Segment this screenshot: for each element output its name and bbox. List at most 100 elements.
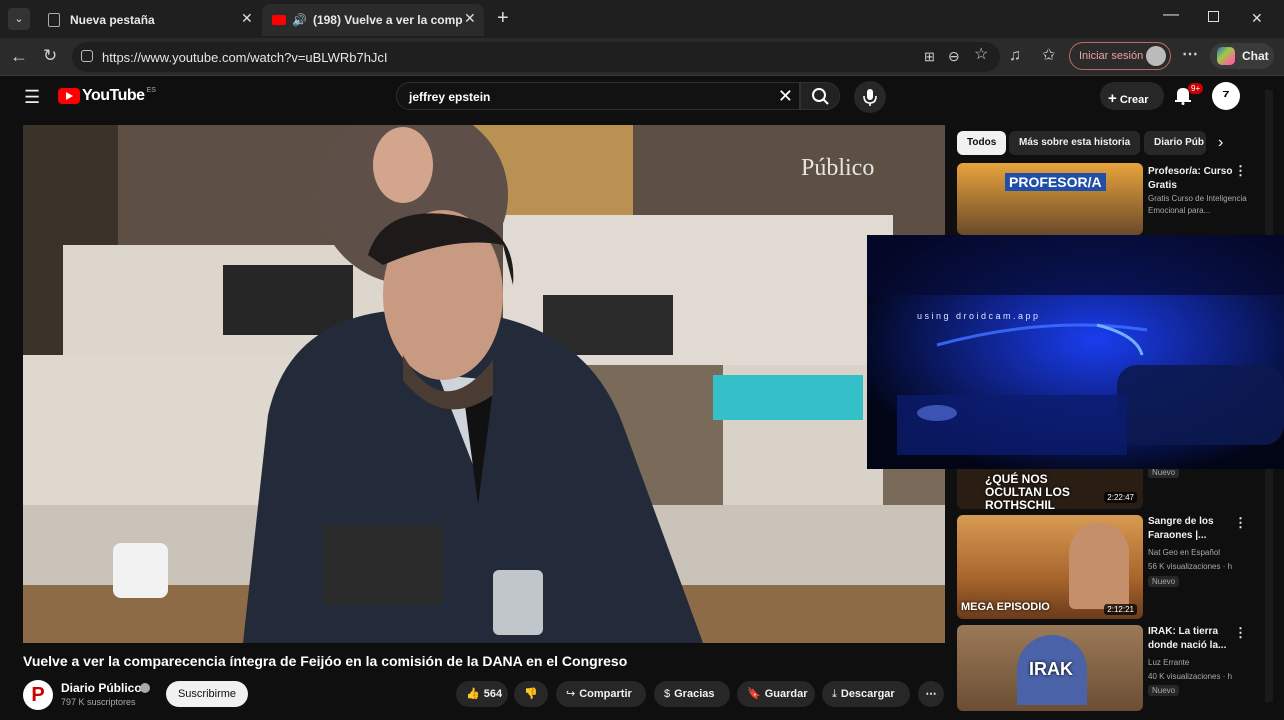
chat-label: Chat [1242,49,1269,63]
channel-avatar[interactable]: P [23,680,53,710]
save-label: Guardar [764,688,808,700]
address-bar[interactable]: https://www.youtube.com/watch?v=uBLWRb7h… [72,42,1000,72]
recommendation-thumbnail[interactable]: PROFESOR/A [957,163,1143,235]
minimize-icon[interactable]: — [1163,6,1179,24]
recommendation-thumbnail[interactable]: MEGA EPISODIO 2:12:21 [957,515,1143,619]
microphone-icon [863,89,877,106]
thumbnail-caption: MEGA EPISODIO [961,601,1050,613]
recommendation-channel: Luz Errante [1148,658,1190,667]
recommendation-title[interactable]: IRAK: La tierra donde nació la... [1148,625,1240,653]
search-query[interactable]: jeffrey epstein [409,90,490,104]
video-title: Vuelve a ver la comparecencia íntegra de… [23,653,628,669]
new-tab-icon[interactable]: + [497,7,509,30]
share-label: Compartir [579,688,632,700]
download-label: Descargar [840,688,895,700]
download-button[interactable]: ⤓ Descargar [822,681,910,707]
camera-feed [867,235,1284,469]
browser-tab-strip: ⌄ Nueva pestaña ✕ 🔊 (198) Vuelve a ver l… [0,0,1284,38]
youtube-wordmark: YouTube [82,87,145,104]
zoom-icon[interactable]: ⊖ [948,48,960,64]
media-control-icon[interactable]: ♫ [1009,48,1021,64]
hamburger-menu-icon[interactable]: ☰ [24,87,40,108]
sign-in-label: Iniciar sesión [1079,50,1144,62]
app-available-icon[interactable]: ⊞ [924,49,935,65]
notification-count-badge: 9+ [1188,83,1204,94]
thumbs-down-icon: 👎 [524,688,538,700]
back-icon[interactable]: ← [10,47,28,65]
chevron-right-icon[interactable]: › [1218,134,1223,152]
video-duration: 2:22:47 [1104,492,1137,503]
profile-avatar-icon [1146,46,1166,66]
search-input[interactable]: jeffrey epstein ✕ [396,82,800,110]
recommendation-views: 56 K visualizaciones · h [1148,562,1233,571]
more-actions-button[interactable]: ⋯ [918,681,944,707]
overlay-caption: u s i n g d r o i d c a m . a p p [917,311,1039,321]
search-button[interactable] [800,82,840,110]
recommendation-views: 40 K visualizaciones · h [1148,672,1233,681]
new-badge: Nuevo [1148,576,1180,587]
channel-name[interactable]: Diario Público [61,681,142,695]
subscribe-button[interactable]: Suscribirme [166,681,248,707]
more-icon[interactable]: ⋮ [1234,163,1247,179]
account-avatar[interactable]: ⁷ [1212,82,1240,110]
speaker-icon[interactable]: 🔊 [292,13,307,27]
tab-new-tab[interactable]: Nueva pestaña [38,4,260,36]
like-count: 564 [483,688,503,700]
url-text[interactable]: https://www.youtube.com/watch?v=uBLWRb7h… [102,50,388,65]
chip-more-story[interactable]: Más sobre esta historia [1009,131,1141,155]
download-icon: ⤓ [832,688,837,700]
more-icon[interactable]: ⋮ [1234,625,1247,641]
thumbnail-caption: PROFESOR/A [1005,173,1106,191]
more-options-icon[interactable]: ⋯ [1182,47,1198,63]
favorites-icon[interactable]: ✩ [1042,48,1055,64]
recommendation-thumbnail[interactable]: ¿QUÉ NOS OCULTAN LOS ROTHSCHIL 2:22:47 [957,469,1143,509]
copilot-chat-button[interactable]: Chat [1210,43,1274,69]
chip-all[interactable]: Todos [957,131,1007,155]
favorite-star-icon[interactable]: ☆ [974,47,988,63]
thanks-label: Gracias [674,688,715,700]
tab-list-button[interactable]: ⌄ [8,8,30,30]
tab-label: Nueva pestaña [70,13,155,27]
youtube-logo[interactable]: YouTube ES [58,87,156,105]
thanks-icon: $ [664,688,671,700]
tab-label: (198) Vuelve a ver la compare [312,13,463,27]
create-button[interactable]: + Crear [1100,82,1164,110]
youtube-play-icon [58,88,80,104]
region-code: ES [146,86,156,94]
chip-channel[interactable]: Diario Púb [1144,131,1206,155]
recommendation-title[interactable]: Profesor/a: Curso Gratis [1148,165,1240,193]
video-watermark: Público [801,155,875,181]
reload-icon[interactable]: ↻ [43,47,57,64]
youtube-favicon-icon [272,15,286,25]
like-button[interactable]: 👍 564 [456,681,508,707]
page-icon [48,13,60,27]
restore-icon[interactable] [1208,11,1219,22]
recommendation-thumbnail[interactable]: IRAK [957,625,1143,711]
create-label: Crear [1119,94,1149,106]
clear-search-icon[interactable]: ✕ [778,86,793,107]
close-tab-icon[interactable]: ✕ [464,10,476,27]
thumbnail-caption: ¿QUÉ NOS OCULTAN LOS ROTHSCHIL [985,472,1070,510]
tab-youtube[interactable]: 🔊 (198) Vuelve a ver la compare [262,4,484,36]
browser-toolbar: ← ↻ https://www.youtube.com/watch?v=uBLW… [0,38,1284,76]
share-button[interactable]: ↪ Compartir [556,681,646,707]
video-frame [23,125,945,643]
dislike-button[interactable]: 👎 [514,681,548,707]
copilot-icon [1217,47,1235,65]
video-player[interactable]: Público [23,125,945,643]
close-tab-icon[interactable]: ✕ [241,10,253,27]
save-button[interactable]: 🔖 Guardar [737,681,815,707]
thanks-button[interactable]: $ Gracias [654,681,730,707]
close-window-icon[interactable]: ✕ [1251,10,1263,27]
recommendation-title[interactable]: Sangre de los Faraones |... [1148,515,1240,543]
voice-search-button[interactable] [854,81,886,113]
camera-overlay: u s i n g d r o i d c a m . a p p [867,235,1284,469]
plus-icon: + [1108,90,1117,107]
bookmark-icon: 🔖 [747,688,761,700]
site-info-icon[interactable] [81,50,93,62]
thumbs-up-icon: 👍 [466,688,480,700]
search-icon [812,88,829,105]
verified-icon [140,683,150,693]
sign-in-button[interactable]: Iniciar sesión [1069,42,1171,70]
more-icon[interactable]: ⋮ [1234,515,1247,531]
